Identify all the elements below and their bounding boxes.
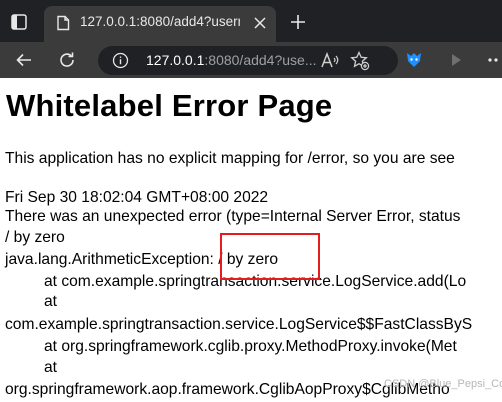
page-title: Whitelabel Error Page <box>6 88 333 123</box>
stack-trace-line: at <box>44 359 58 376</box>
favorites-button[interactable] <box>350 51 370 71</box>
close-icon <box>254 17 266 29</box>
new-tab-button[interactable] <box>286 10 310 34</box>
highlight-annotation <box>220 233 320 280</box>
back-arrow-icon <box>16 53 31 67</box>
page-content: Whitelabel Error Page This application h… <box>0 78 502 402</box>
reload-icon <box>60 52 74 67</box>
error-type-line: There was an unexpected error (type=Inte… <box>5 208 461 225</box>
more-button[interactable] <box>484 50 502 70</box>
tab-actions-icon <box>11 14 27 30</box>
tab-close-button[interactable] <box>250 13 270 33</box>
reload-button[interactable] <box>54 47 80 73</box>
browser-toolbar: 127.0.0.1:8080/add4?use... <box>0 42 502 78</box>
media-button[interactable] <box>446 50 466 70</box>
tab-strip: 127.0.0.1:8080/add4?username= <box>0 0 502 42</box>
tab-title: 127.0.0.1:8080/add4?username= <box>80 14 240 29</box>
favorites-star-icon <box>350 51 370 71</box>
error-description: This application has no explicit mapping… <box>5 150 455 167</box>
address-bar[interactable]: 127.0.0.1:8080/add4?use... <box>98 46 398 75</box>
read-aloud-icon <box>321 51 339 68</box>
tab-actions-button[interactable] <box>6 9 32 35</box>
error-message: / by zero <box>5 229 65 246</box>
watermark: CSDN @Blue_Pepsi_Cola <box>384 378 502 390</box>
extension-icon <box>407 53 421 67</box>
more-icon <box>488 58 498 62</box>
page-icon <box>57 15 70 31</box>
play-icon <box>452 54 461 66</box>
stack-trace-line: at <box>44 293 58 310</box>
url-text[interactable]: 127.0.0.1:8080/add4?use... <box>146 52 316 68</box>
url-host: 127.0.0.1 <box>146 52 205 68</box>
stack-trace-line: at org.springframework.cglib.proxy.Metho… <box>44 338 457 355</box>
url-path: :8080/add4?use... <box>204 52 316 68</box>
stack-trace-line: org.springframework.aop.framework.CglibA… <box>5 381 450 398</box>
read-aloud-button[interactable] <box>320 51 340 71</box>
info-icon[interactable] <box>112 52 129 69</box>
stack-trace-line: com.example.springtransaction.service.Lo… <box>5 316 473 333</box>
plus-icon <box>291 15 305 29</box>
extension-button[interactable] <box>404 50 424 70</box>
active-tab[interactable]: 127.0.0.1:8080/add4?username= <box>44 6 276 42</box>
back-button[interactable] <box>11 47 37 73</box>
